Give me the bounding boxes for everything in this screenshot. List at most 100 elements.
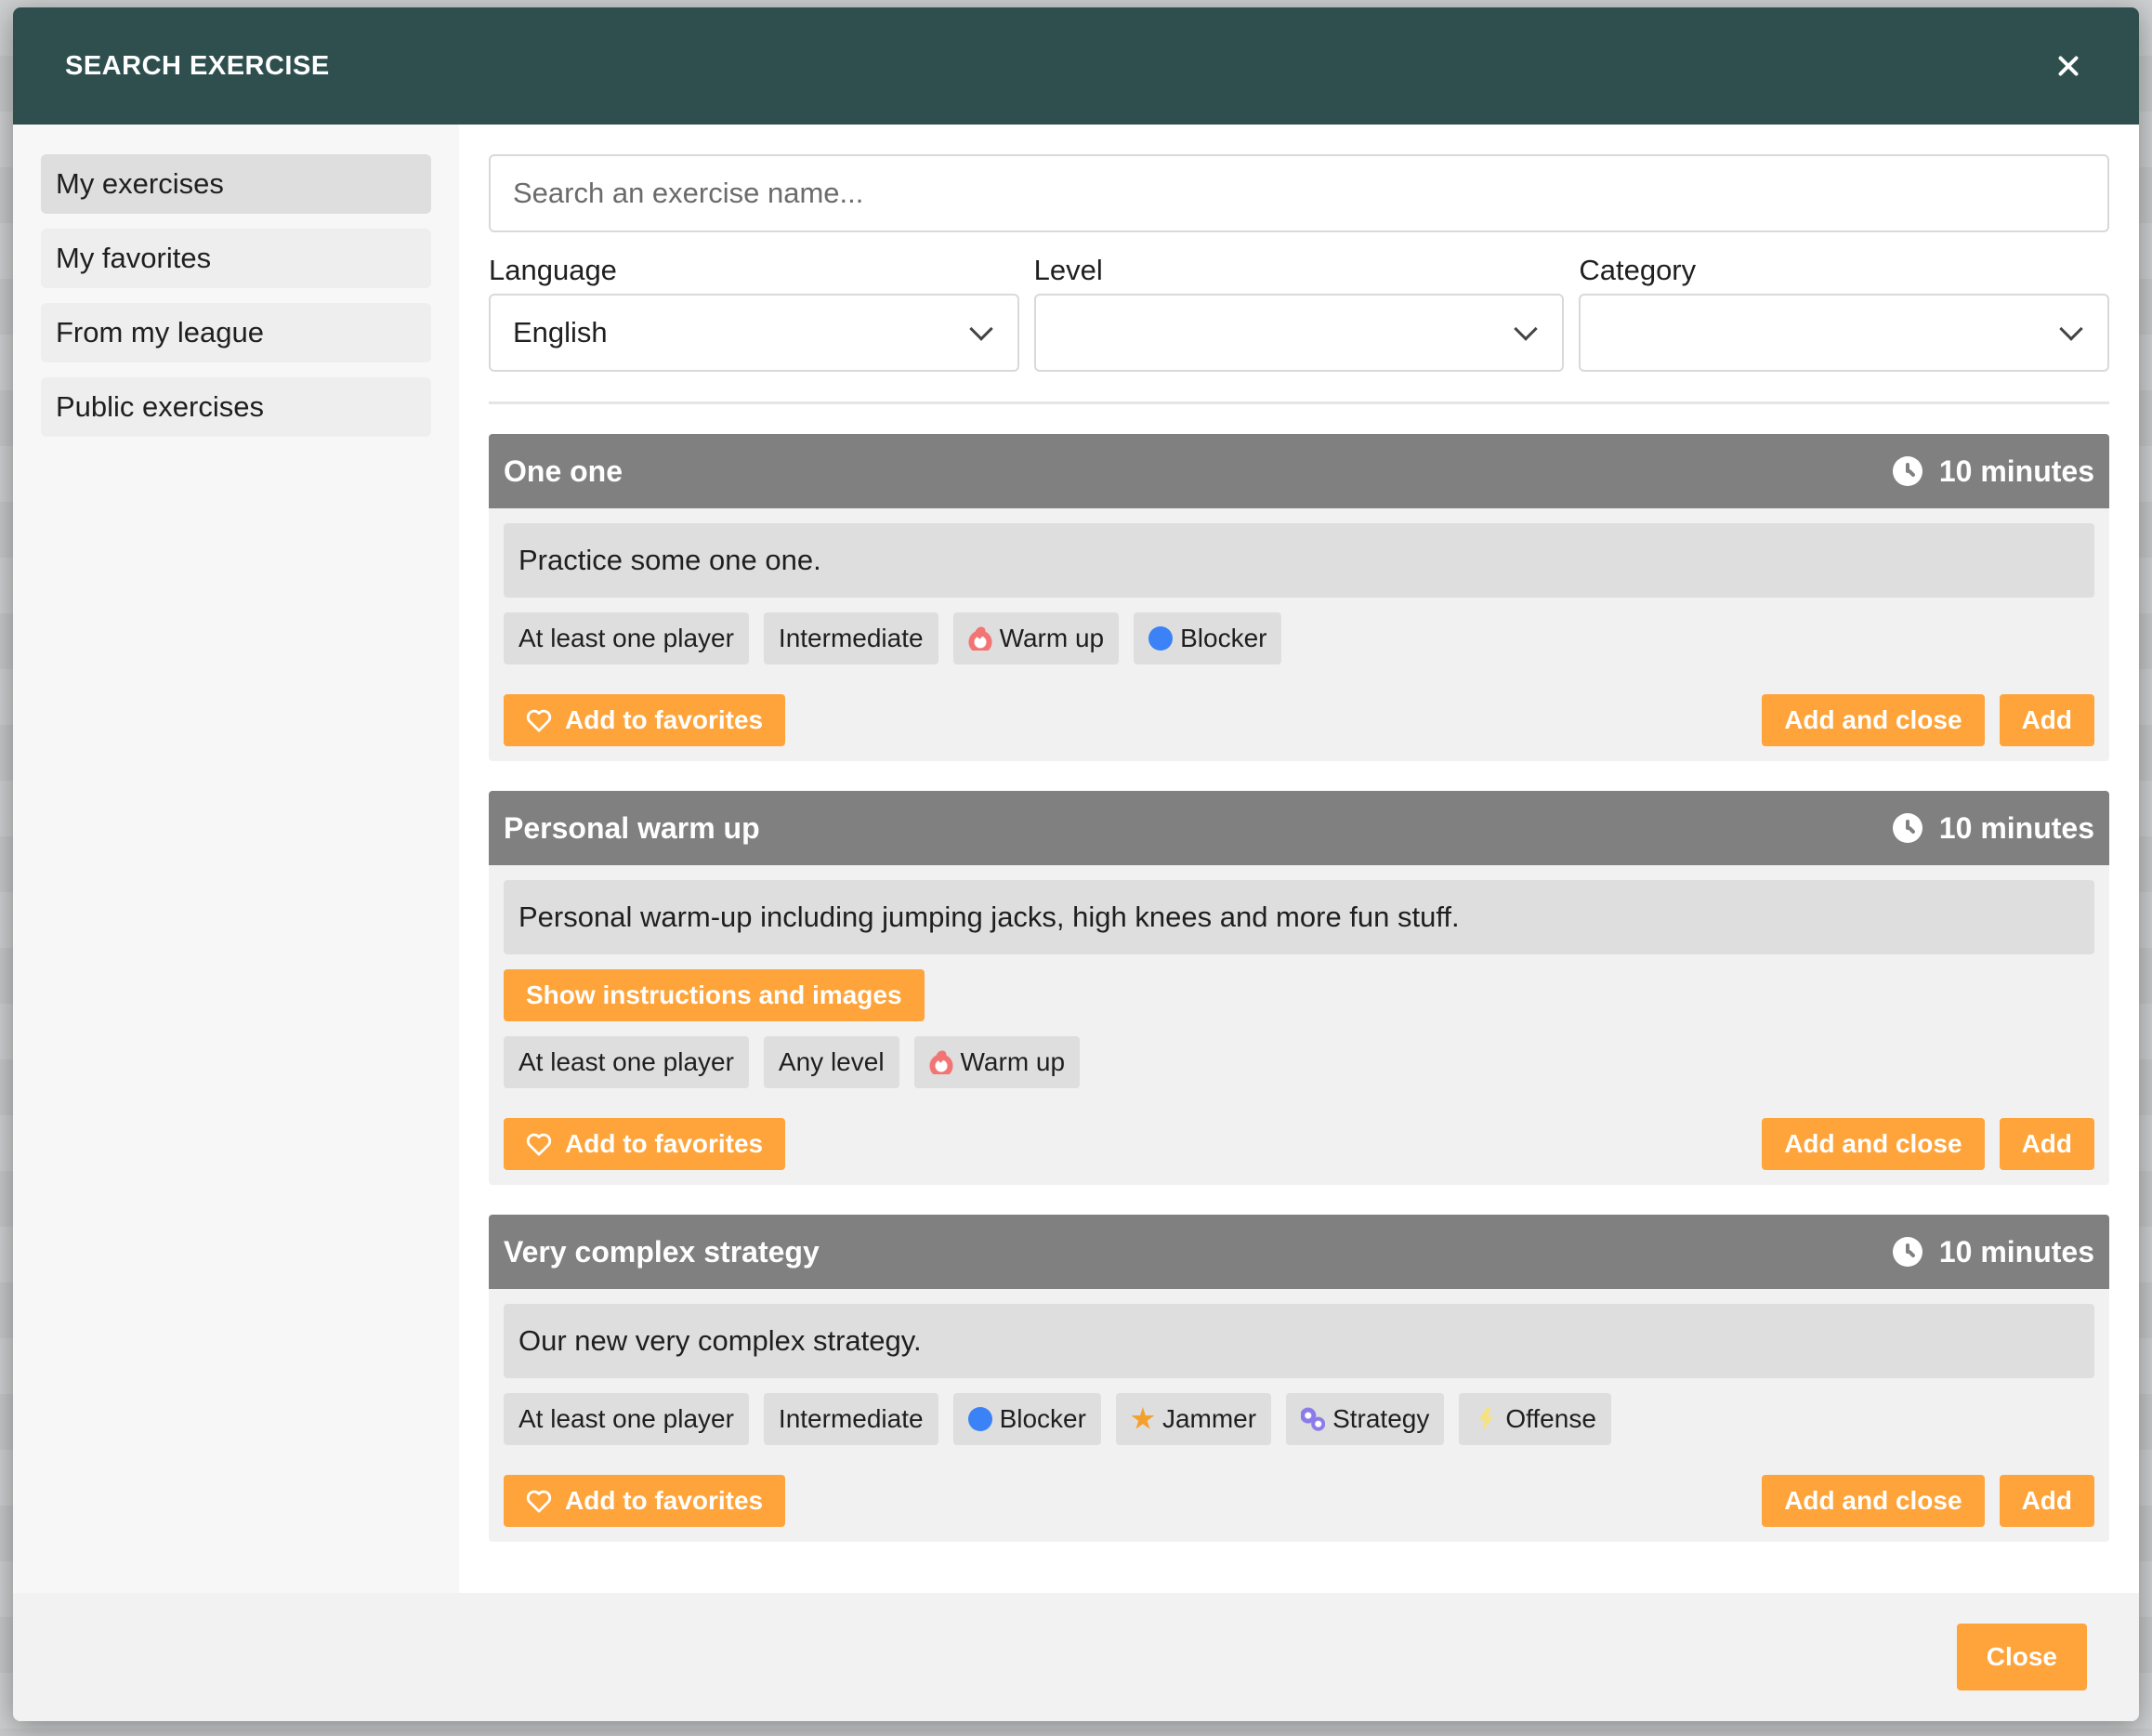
heart-icon bbox=[526, 1489, 552, 1513]
chevron-down-icon bbox=[1514, 317, 1539, 341]
star-icon bbox=[1131, 1407, 1155, 1429]
exercise-description: Our new very complex strategy. bbox=[504, 1304, 2094, 1378]
tag-warm-up: Warm up bbox=[913, 1036, 1081, 1088]
search-exercise-modal: SEARCH EXERCISE My exercises My favorite… bbox=[13, 7, 2139, 1721]
tag-label: Jammer bbox=[1161, 1404, 1257, 1433]
add-to-favorites-button[interactable]: Add to favorites bbox=[504, 694, 786, 746]
modal-body: My exercises My favorites From my league… bbox=[13, 125, 2139, 1593]
tag-label: Any level bbox=[778, 1047, 885, 1076]
tag-label: Warm up bbox=[999, 624, 1105, 652]
tag-label: Blocker bbox=[1180, 624, 1267, 652]
button-label: Add to favorites bbox=[565, 1486, 764, 1515]
sidebar-item-my-favorites[interactable]: My favorites bbox=[41, 229, 431, 288]
exercise-card-header: One one 10 minutes bbox=[489, 434, 2109, 508]
chevron-down-icon bbox=[2059, 317, 2083, 341]
modal-title: SEARCH EXERCISE bbox=[65, 50, 330, 81]
exercise-card-body: Personal warm-up including jumping jacks… bbox=[489, 865, 2109, 1185]
level-label: Level bbox=[1033, 254, 1103, 286]
exercise-card-body: Our new very complex strategy. At least … bbox=[489, 1289, 2109, 1542]
button-label: Add to favorites bbox=[565, 705, 764, 734]
tag-label: Intermediate bbox=[778, 624, 924, 652]
tag-players: At least one player bbox=[504, 612, 749, 664]
sidebar-item-public-exercises[interactable]: Public exercises bbox=[41, 377, 431, 437]
tag-label: Strategy bbox=[1332, 1404, 1430, 1433]
button-label: Add to favorites bbox=[565, 1129, 764, 1158]
tag-level: Intermediate bbox=[763, 612, 938, 664]
level-filter: Level bbox=[1033, 251, 1565, 372]
tag-label: Warm up bbox=[960, 1047, 1066, 1076]
fire-icon bbox=[967, 626, 992, 651]
lightning-icon bbox=[1478, 1407, 1494, 1431]
tag-list: At least one player Intermediate Warm up… bbox=[504, 612, 2094, 664]
exercise-card: Personal warm up 10 minutes Personal war… bbox=[489, 791, 2109, 1185]
tag-blocker: Blocker bbox=[952, 1393, 1101, 1445]
duration-text: 10 minutes bbox=[1938, 454, 2094, 488]
show-instructions-button[interactable]: Show instructions and images bbox=[504, 969, 925, 1021]
add-button[interactable]: Add bbox=[1999, 1475, 2094, 1527]
level-select[interactable] bbox=[1033, 294, 1565, 372]
add-and-close-button[interactable]: Add and close bbox=[1762, 694, 1985, 746]
exercise-title: Personal warm up bbox=[504, 810, 760, 845]
divider bbox=[489, 401, 2109, 404]
exercise-actions: Add to favorites Add and close Add bbox=[504, 1118, 2094, 1170]
exercise-card-body: Practice some one one. At least one play… bbox=[489, 508, 2109, 761]
clock-icon bbox=[1892, 456, 1922, 486]
exercise-duration: 10 minutes bbox=[1892, 1234, 2094, 1269]
exercise-card: Very complex strategy 10 minutes Our new… bbox=[489, 1215, 2109, 1542]
blue-circle-icon bbox=[1148, 626, 1174, 651]
sidebar-item-my-exercises[interactable]: My exercises bbox=[41, 154, 431, 214]
exercise-card-header: Personal warm up 10 minutes bbox=[489, 791, 2109, 865]
sidebar: My exercises My favorites From my league… bbox=[13, 125, 459, 1593]
fire-icon bbox=[928, 1050, 953, 1074]
chevron-down-icon bbox=[968, 317, 993, 341]
exercise-duration: 10 minutes bbox=[1892, 454, 2094, 489]
tag-label: Intermediate bbox=[778, 1404, 924, 1433]
category-label: Category bbox=[1579, 254, 1697, 286]
exercise-title: One one bbox=[504, 454, 623, 488]
tag-label: Blocker bbox=[999, 1404, 1086, 1433]
add-actions: Add and close Add bbox=[1762, 1475, 2094, 1527]
add-and-close-button[interactable]: Add and close bbox=[1762, 1118, 1985, 1170]
exercise-title: Very complex strategy bbox=[504, 1234, 820, 1269]
language-select[interactable]: English bbox=[489, 294, 1019, 372]
heart-icon bbox=[526, 1132, 552, 1156]
language-value: English bbox=[513, 316, 608, 349]
exercise-card-header: Very complex strategy 10 minutes bbox=[489, 1215, 2109, 1289]
add-actions: Add and close Add bbox=[1762, 694, 2094, 746]
add-to-favorites-button[interactable]: Add to favorites bbox=[504, 1118, 786, 1170]
modal-header: SEARCH EXERCISE bbox=[13, 7, 2139, 125]
main-content: Language English Level Category bbox=[459, 125, 2139, 1593]
tag-blocker: Blocker bbox=[1134, 612, 1282, 664]
close-button[interactable]: Close bbox=[1956, 1624, 2087, 1690]
tag-label: At least one player bbox=[518, 624, 734, 652]
filters-row: Language English Level Category bbox=[489, 251, 2110, 372]
add-button[interactable]: Add bbox=[1999, 694, 2094, 746]
add-to-favorites-button[interactable]: Add to favorites bbox=[504, 1475, 786, 1527]
exercise-duration: 10 minutes bbox=[1892, 811, 2094, 846]
tag-label: At least one player bbox=[518, 1047, 734, 1076]
add-and-close-button[interactable]: Add and close bbox=[1762, 1475, 1985, 1527]
modal-footer: Close bbox=[13, 1593, 2139, 1721]
close-icon[interactable] bbox=[2050, 47, 2087, 85]
sidebar-item-from-my-league[interactable]: From my league bbox=[41, 303, 431, 362]
duration-text: 10 minutes bbox=[1938, 1234, 2094, 1269]
add-actions: Add and close Add bbox=[1762, 1118, 2094, 1170]
tag-label: Offense bbox=[1505, 1404, 1596, 1433]
tag-offense: Offense bbox=[1459, 1393, 1611, 1445]
tag-list: At least one player Intermediate Blocker… bbox=[504, 1393, 2094, 1445]
clock-icon bbox=[1892, 1237, 1922, 1267]
search-input[interactable] bbox=[489, 154, 2109, 232]
language-label: Language bbox=[489, 254, 617, 286]
exercise-actions: Add to favorites Add and close Add bbox=[504, 1475, 2094, 1527]
language-filter: Language English bbox=[489, 251, 1019, 372]
tag-strategy: Strategy bbox=[1286, 1393, 1445, 1445]
exercise-description: Practice some one one. bbox=[504, 523, 2094, 598]
tag-players: At least one player bbox=[504, 1393, 749, 1445]
heart-icon bbox=[526, 708, 552, 732]
gears-icon bbox=[1301, 1407, 1326, 1431]
add-button[interactable]: Add bbox=[1999, 1118, 2094, 1170]
category-select[interactable] bbox=[1579, 294, 2110, 372]
tag-level: Any level bbox=[763, 1036, 899, 1088]
clock-icon bbox=[1892, 813, 1922, 843]
tag-players: At least one player bbox=[504, 1036, 749, 1088]
